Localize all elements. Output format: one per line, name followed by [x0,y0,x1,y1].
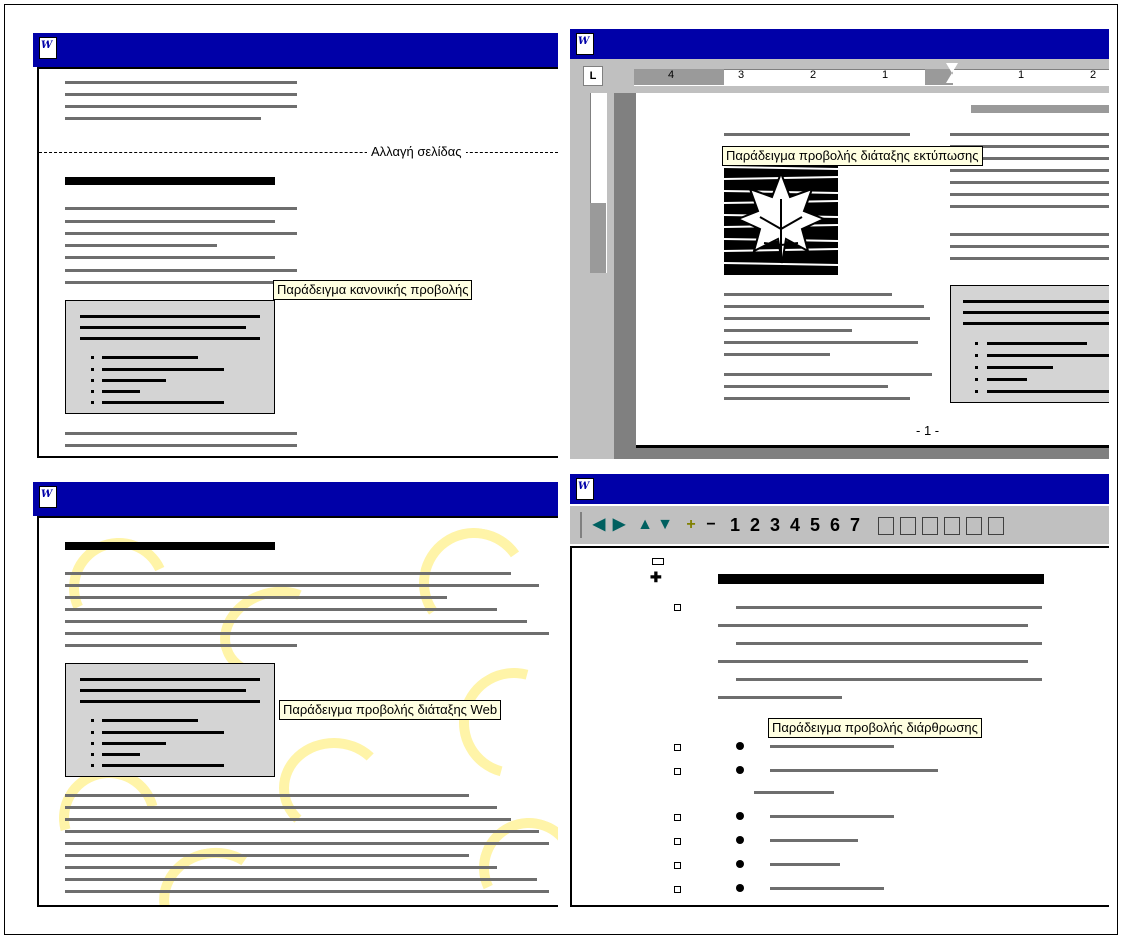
heading-line [65,177,275,185]
collapse-icon[interactable] [652,558,664,565]
show-level-button[interactable]: 1 [730,513,740,537]
ruler-label: 2 [1090,69,1097,81]
bulleted-box [65,663,275,777]
document-tool-icon[interactable] [988,517,1004,535]
maple-leaf-clipart [723,159,839,275]
outline-caption: Παράδειγμα προβολής διάρθρωσης [768,718,982,738]
page-number: - 1 - [916,423,940,438]
print-layout-window: L 4 3 2 1 1 2 [570,29,1109,459]
print-layout-caption: Παράδειγμα προβολής διάταξης εκτύπωσης [722,146,983,166]
bulleted-box [950,285,1109,403]
outline-toolbar: ◀ ▶ ▲ ▼ + − 1 2 3 4 5 6 7 [570,506,1109,544]
word-app-icon [39,486,57,508]
expand-plus-icon[interactable]: ✚ [650,570,662,584]
page-break-line [39,152,558,153]
bulleted-box [65,300,275,414]
page-break-label: Αλλαγή σελίδας [367,144,466,159]
show-level-button[interactable]: 5 [810,513,820,537]
document-tool-icon[interactable] [966,517,982,535]
ruler-label: 4 [668,69,675,81]
show-level-button[interactable]: 6 [830,513,840,537]
indent-marker[interactable] [946,73,958,83]
show-level-button[interactable]: 4 [790,513,800,537]
show-level-button[interactable]: 7 [850,513,860,537]
title-bar [570,474,1109,504]
word-app-icon [39,37,57,59]
plus-icon[interactable]: + [682,513,700,537]
title-bar [33,33,558,67]
right-arrow-icon[interactable]: ▶ [610,513,628,537]
heading-line [65,542,275,550]
vertical-ruler [570,93,614,459]
show-level-button[interactable]: 2 [750,513,760,537]
show-level-button[interactable]: 3 [770,513,780,537]
word-app-icon [576,478,594,500]
document-tool-icon[interactable] [922,517,938,535]
web-layout-window: Παράδειγμα προβολής διάταξης Web [33,482,558,907]
ruler-label: 3 [738,69,745,81]
ruler-label: 1 [882,69,889,81]
tab-selector-button[interactable]: L [583,66,603,86]
title-bar [570,29,1109,59]
document-tool-icon[interactable] [878,517,894,535]
left-arrow-icon[interactable]: ◀ [590,513,608,537]
heading-line [718,574,1044,584]
ruler-label: 1 [1018,69,1025,81]
document-tool-icon[interactable] [944,517,960,535]
title-bar [33,482,558,516]
up-arrow-icon[interactable]: ▲ [636,513,654,537]
outline-view-window: ◀ ▶ ▲ ▼ + − 1 2 3 4 5 6 7 ✚ [570,474,1109,907]
normal-view-window: Αλλαγή σελίδας Παράδειγμα κανονικής προβ… [33,33,558,458]
down-arrow-icon[interactable]: ▼ [656,513,674,537]
document-tool-icon[interactable] [900,517,916,535]
minus-icon[interactable]: − [702,513,720,537]
document-area: Αλλαγή σελίδας [37,67,558,458]
ruler-label: 2 [810,69,817,81]
normal-view-caption: Παράδειγμα κανονικής προβολής [273,280,473,300]
word-app-icon [576,33,594,55]
indent-marker[interactable] [946,63,958,73]
web-layout-caption: Παράδειγμα προβολής διάταξης Web [279,700,502,720]
horizontal-ruler: L 4 3 2 1 1 2 [570,59,1109,93]
